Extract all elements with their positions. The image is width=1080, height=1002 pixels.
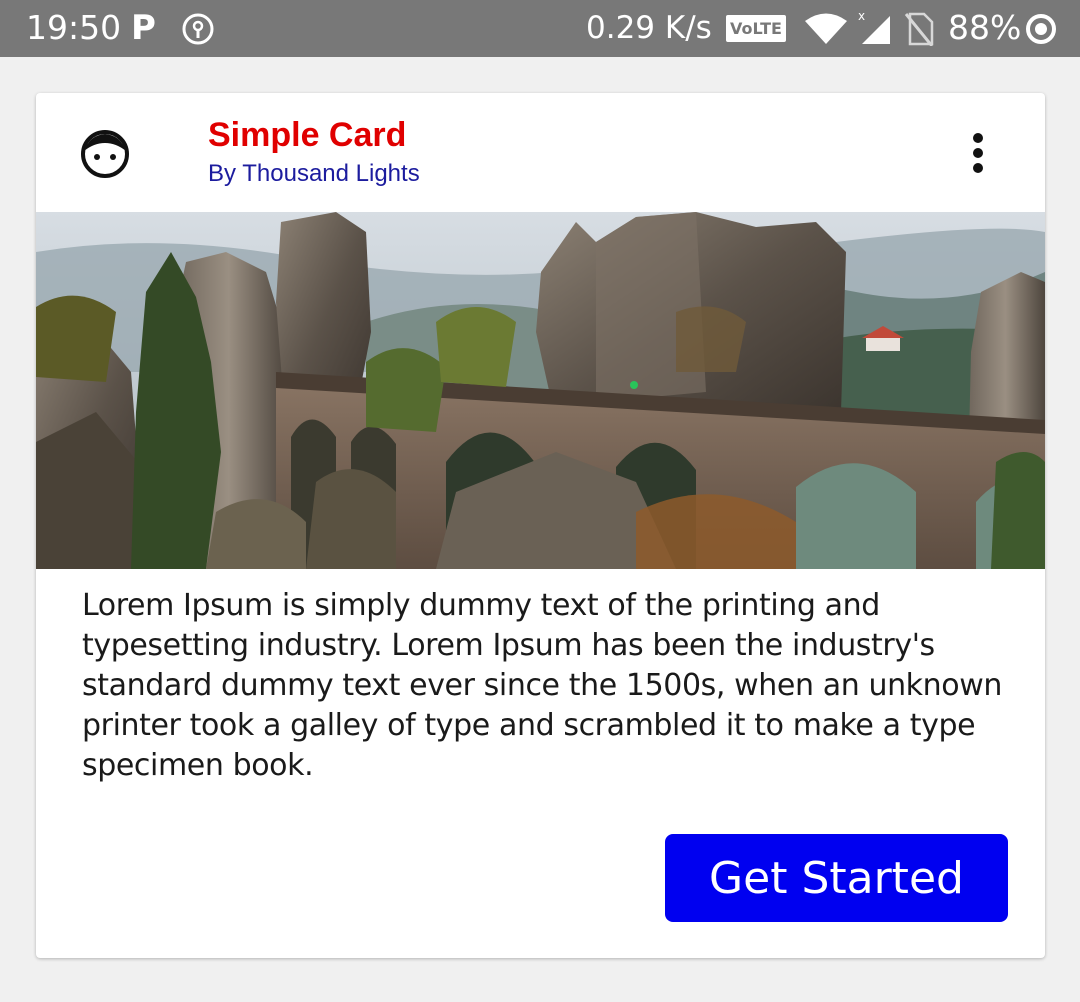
face-icon	[78, 129, 132, 179]
more-vert-icon[interactable]	[958, 129, 998, 177]
battery-percentage: 88%	[948, 8, 1022, 47]
svg-text:x: x	[858, 9, 865, 23]
card-subtitle: By Thousand Lights	[208, 160, 420, 187]
get-started-button[interactable]: Get Started	[665, 834, 1008, 922]
no-sim-icon	[904, 12, 934, 50]
volte-badge: VoLTE	[726, 15, 786, 42]
parking-notification-icon: P	[131, 8, 156, 48]
card-title: Simple Card	[208, 116, 407, 154]
simple-card: Simple Card By Thousand Lights Lorem Ips…	[36, 93, 1045, 958]
battery-icon	[1024, 12, 1058, 50]
status-time: 19:50	[26, 8, 122, 47]
rock-bridge-landscape-image	[36, 212, 1045, 569]
status-bar: 19:50 P 0.29 K/s VoLTE x 88%	[0, 0, 1080, 57]
card-body-text: Lorem Ipsum is simply dummy text of the …	[82, 588, 1002, 783]
card-image	[36, 212, 1045, 569]
wifi-icon	[803, 12, 849, 50]
signal-strength-icon: x	[856, 8, 894, 50]
vpn-key-icon	[181, 12, 215, 50]
network-speed: 0.29 K/s	[586, 10, 712, 46]
